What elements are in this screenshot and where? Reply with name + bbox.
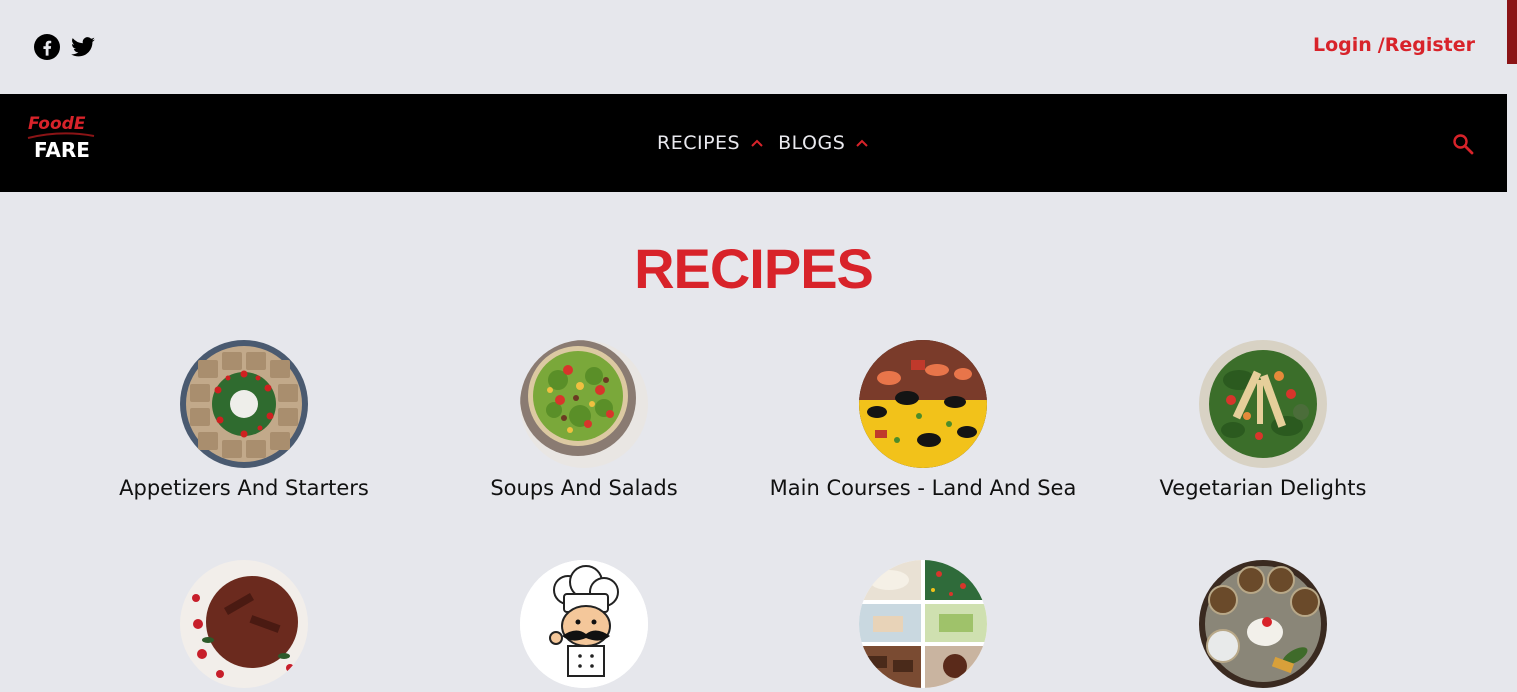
category-image[interactable] (520, 560, 648, 688)
page-title: RECIPES (634, 237, 874, 300)
category-card-collage[interactable] (753, 560, 1093, 692)
food-collage-icon (859, 560, 987, 688)
category-image[interactable] (1199, 340, 1327, 468)
top-bar: Login /Register (0, 0, 1507, 94)
vegetable-plate-icon (1199, 340, 1327, 468)
register-link[interactable]: /Register (1378, 34, 1475, 56)
logo-text-bottom: FARE (34, 138, 90, 162)
social-links (34, 34, 96, 60)
chocolate-cake-icon (180, 560, 308, 688)
category-image[interactable] (859, 560, 987, 688)
nav-item-recipes[interactable]: RECIPES (657, 132, 764, 154)
category-title[interactable]: Main Courses - Land And Sea (753, 472, 1093, 504)
appetizer-wreath-icon (180, 340, 308, 468)
search-icon[interactable] (1452, 133, 1474, 155)
paella-icon (859, 340, 987, 468)
thali-platter-icon (1199, 560, 1327, 688)
nav-item-label: BLOGS (778, 132, 846, 154)
category-card-desserts[interactable] (74, 560, 414, 692)
scrollbar-thumb[interactable] (1507, 0, 1517, 64)
category-card-appetizers[interactable]: Appetizers And Starters (74, 340, 414, 504)
nav-menu: RECIPES BLOGS (657, 132, 869, 154)
category-image[interactable] (859, 340, 987, 468)
salad-bowl-icon (520, 340, 648, 468)
chef-mascot-icon (520, 560, 648, 688)
nav-item-label: RECIPES (657, 132, 741, 154)
category-title[interactable]: Vegetarian Delights (1093, 472, 1433, 504)
facebook-icon[interactable] (34, 34, 60, 60)
nav-item-blogs[interactable]: BLOGS (778, 132, 869, 154)
category-image[interactable] (1199, 560, 1327, 688)
category-image[interactable] (180, 340, 308, 468)
chevron-up-icon (751, 139, 763, 147)
category-image[interactable] (520, 340, 648, 468)
category-title[interactable]: Appetizers And Starters (74, 472, 414, 504)
category-card-vegetarian[interactable]: Vegetarian Delights (1093, 340, 1433, 504)
login-link[interactable]: Login (1313, 34, 1372, 56)
category-card-thali[interactable] (1093, 560, 1433, 692)
auth-links: Login /Register (1313, 34, 1475, 56)
main-navbar: FoodE FARE RECIPES BLOGS (0, 94, 1507, 192)
category-card-chef[interactable] (414, 560, 754, 692)
scrollbar[interactable] (1507, 0, 1517, 688)
category-title[interactable]: Soups And Salads (414, 472, 754, 504)
category-card-main-courses[interactable]: Main Courses - Land And Sea (753, 340, 1093, 504)
twitter-icon[interactable] (70, 34, 96, 60)
category-card-soups-salads[interactable]: Soups And Salads (414, 340, 754, 504)
category-image[interactable] (180, 560, 308, 688)
chevron-up-icon (856, 139, 869, 147)
site-logo[interactable]: FoodE FARE (26, 114, 100, 168)
